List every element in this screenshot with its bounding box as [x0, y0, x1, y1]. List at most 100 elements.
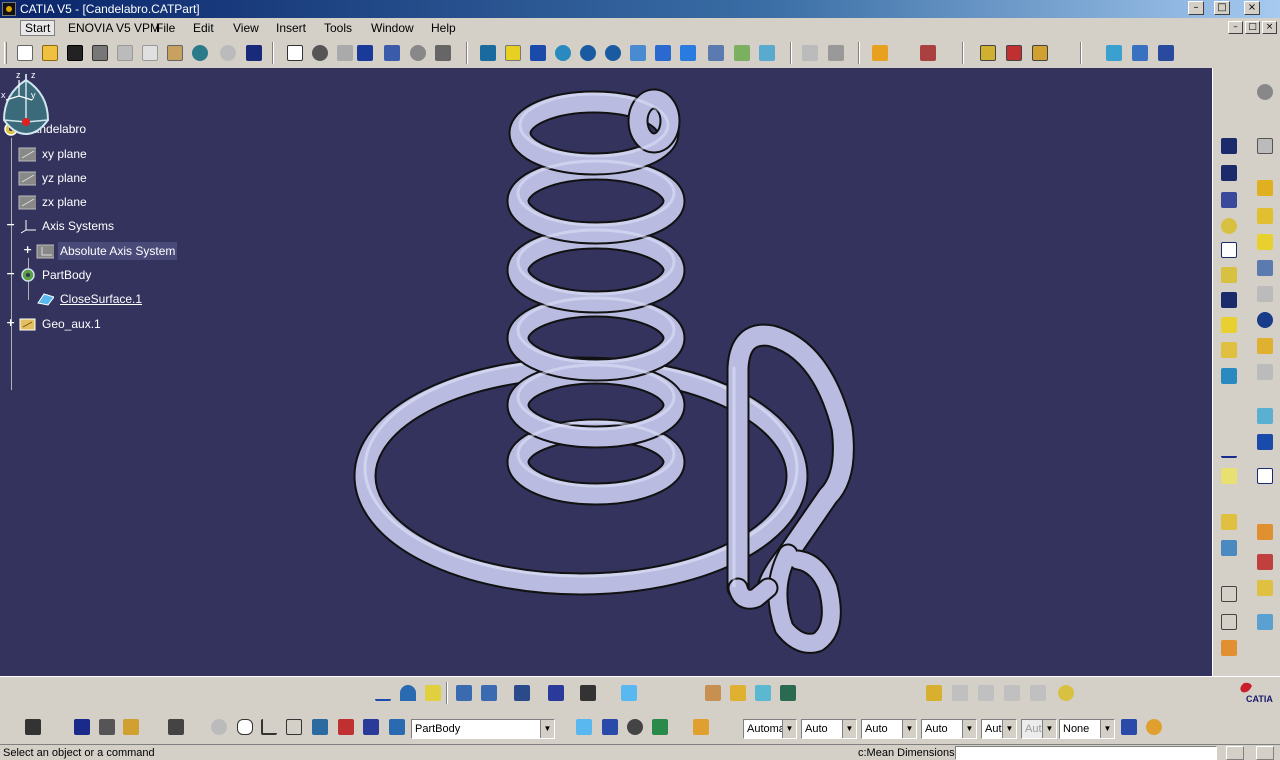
- layers-icon[interactable]: [728, 683, 748, 703]
- shading-icon[interactable]: [706, 43, 726, 63]
- design-table-icon[interactable]: [355, 43, 375, 63]
- doc-restore-button[interactable]: □: [1245, 21, 1260, 34]
- maximize-button[interactable]: □: [1214, 1, 1230, 15]
- apply-material-icon[interactable]: [408, 43, 428, 63]
- layer-select[interactable]: None ▼: [1059, 719, 1115, 739]
- union-trim-icon[interactable]: [1219, 538, 1239, 558]
- local-update-icon[interactable]: [1030, 43, 1050, 63]
- draft-analysis-icon[interactable]: [1255, 552, 1275, 572]
- box-tool-icon[interactable]: [310, 717, 330, 737]
- fill-icon[interactable]: [1255, 336, 1275, 356]
- undo-icon[interactable]: [190, 43, 210, 63]
- color-select[interactable]: Automa ▼: [743, 719, 797, 739]
- sketch-analysis-icon[interactable]: [336, 717, 356, 737]
- chevron-down-icon[interactable]: ▼: [782, 720, 796, 738]
- axis-tool-icon[interactable]: [259, 717, 279, 737]
- save-icon[interactable]: [65, 43, 85, 63]
- connect-checker-icon[interactable]: [1255, 612, 1275, 632]
- body-select[interactable]: PartBody ▼: [411, 719, 555, 739]
- text-b-icon[interactable]: [1002, 683, 1022, 703]
- open-icon[interactable]: [40, 43, 60, 63]
- offset-icon[interactable]: [1255, 284, 1275, 304]
- tree-collapse-toggle[interactable]: −: [6, 268, 15, 279]
- catia-app-icon[interactable]: [2, 2, 16, 16]
- menu-file[interactable]: File: [152, 20, 179, 36]
- update-all-icon[interactable]: [1004, 43, 1024, 63]
- update-icon[interactable]: [978, 43, 998, 63]
- scale-icon[interactable]: [1255, 466, 1275, 486]
- tangent-icon[interactable]: [209, 717, 229, 737]
- whats-this-icon[interactable]: [244, 43, 264, 63]
- tree-collapse-toggle[interactable]: −: [6, 219, 15, 230]
- pad-icon[interactable]: [1219, 163, 1239, 183]
- point-icon[interactable]: [1255, 310, 1275, 330]
- join-icon[interactable]: [1255, 406, 1275, 426]
- chevron-down-icon[interactable]: ▼: [962, 720, 976, 738]
- analysis-icon[interactable]: [1255, 522, 1275, 542]
- line-thickness-select[interactable]: Auto ▼: [861, 719, 917, 739]
- flag-note-icon[interactable]: [1219, 612, 1239, 632]
- hide-show-icon[interactable]: [732, 43, 752, 63]
- spline-icon[interactable]: [373, 683, 393, 703]
- status-menu-button[interactable]: [1226, 746, 1244, 760]
- pocket-icon[interactable]: [1219, 240, 1239, 260]
- sketcher-icon[interactable]: [1104, 43, 1124, 63]
- point-tool-icon[interactable]: [1219, 413, 1239, 433]
- wireframe-icon[interactable]: [1255, 136, 1275, 156]
- quick-view-icon[interactable]: [826, 43, 846, 63]
- menu-tools[interactable]: Tools: [320, 20, 356, 36]
- multi-view-icon[interactable]: [653, 43, 673, 63]
- menu-enovia[interactable]: ENOVIA V5 VPM: [64, 20, 164, 36]
- sphere-icon[interactable]: [1255, 232, 1275, 252]
- command-input[interactable]: [955, 746, 1217, 760]
- paste-icon[interactable]: [165, 43, 185, 63]
- close-surface-tool-icon[interactable]: [1219, 366, 1239, 386]
- rib-icon[interactable]: [1219, 265, 1239, 285]
- menu-edit[interactable]: Edit: [189, 20, 218, 36]
- volume-icon[interactable]: [778, 683, 798, 703]
- chevron-down-icon[interactable]: ▼: [1002, 720, 1016, 738]
- dimension-icon[interactable]: [72, 717, 92, 737]
- fit-all-icon[interactable]: [503, 43, 523, 63]
- chevron-down-icon[interactable]: ▼: [902, 720, 916, 738]
- formula-icon[interactable]: [285, 43, 305, 63]
- plane-select-icon[interactable]: [387, 717, 407, 737]
- extract-icon[interactable]: [578, 683, 598, 703]
- key-icon[interactable]: [924, 683, 944, 703]
- text-c-icon[interactable]: [1028, 683, 1048, 703]
- chevron-down-icon[interactable]: ▼: [540, 720, 554, 738]
- point-small-icon[interactable]: [348, 683, 368, 703]
- graphic-properties-icon[interactable]: [1144, 717, 1164, 737]
- cut-icon[interactable]: [115, 43, 135, 63]
- menu-help[interactable]: Help: [427, 20, 460, 36]
- 3d-viewport[interactable]: Candelabro xy plane yz plane zx plane − …: [0, 68, 1212, 676]
- sketch-icon[interactable]: [1219, 136, 1239, 156]
- blend-icon[interactable]: [1255, 362, 1275, 382]
- swap-space-icon[interactable]: [757, 43, 777, 63]
- iso-view-icon[interactable]: [678, 43, 698, 63]
- close-button[interactable]: ×: [1244, 1, 1260, 15]
- doc-close-button[interactable]: ×: [1262, 21, 1277, 34]
- constraint-icon[interactable]: [97, 717, 117, 737]
- catalog-browser-icon[interactable]: [918, 43, 938, 63]
- ds-icon[interactable]: [1056, 683, 1076, 703]
- new-icon[interactable]: [15, 43, 35, 63]
- pan-icon[interactable]: [528, 43, 548, 63]
- normal-view-icon[interactable]: [628, 43, 648, 63]
- fly-mode-icon[interactable]: [478, 43, 498, 63]
- list-icon[interactable]: [361, 717, 381, 737]
- shaft-icon[interactable]: [1219, 190, 1239, 210]
- 3d-annotation-icon[interactable]: [1219, 638, 1239, 658]
- zoom-in-icon[interactable]: [578, 43, 598, 63]
- paint-icon[interactable]: [574, 717, 594, 737]
- tree-expand-toggle[interactable]: +: [6, 317, 15, 328]
- menu-window[interactable]: Window: [367, 20, 418, 36]
- eraser-icon[interactable]: [619, 683, 639, 703]
- rotate-icon[interactable]: [553, 43, 573, 63]
- chevron-down-icon[interactable]: ▼: [1100, 720, 1114, 738]
- format-painter-icon[interactable]: [1119, 717, 1139, 737]
- line-type-select[interactable]: Auto ▼: [921, 719, 977, 739]
- toolbar-grip[interactable]: [4, 42, 7, 64]
- stack-icon[interactable]: [650, 717, 670, 737]
- camera-icon[interactable]: [166, 717, 186, 737]
